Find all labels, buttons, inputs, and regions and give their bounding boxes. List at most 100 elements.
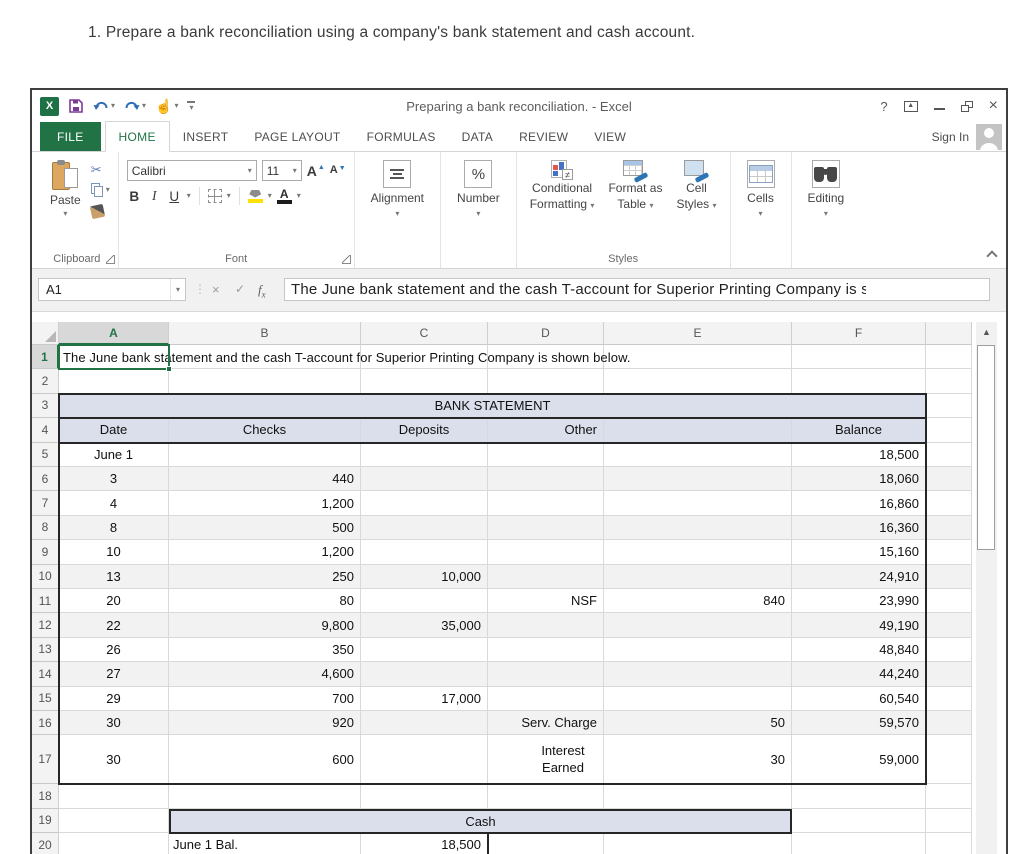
alignment-dropdown-icon[interactable]: ▾ xyxy=(395,210,399,218)
collapse-ribbon-icon[interactable] xyxy=(986,250,997,261)
cell-F15[interactable]: 60,540 xyxy=(792,687,926,711)
cell-C11[interactable] xyxy=(361,589,488,613)
column-header-B[interactable]: B xyxy=(169,322,361,345)
cash-title-cell[interactable]: Cash xyxy=(169,809,792,834)
cell-F14[interactable]: 44,240 xyxy=(792,662,926,686)
cell-B2[interactable] xyxy=(169,369,361,393)
cell-F11[interactable]: 23,990 xyxy=(792,589,926,613)
row-header-3[interactable]: 3 xyxy=(32,394,59,418)
tab-view[interactable]: VIEW xyxy=(581,122,639,151)
cell-A14[interactable]: 27 xyxy=(59,662,169,686)
cell-B11[interactable]: 80 xyxy=(169,589,361,613)
cell-D12[interactable] xyxy=(488,613,604,637)
cells-button[interactable]: Cells ▾ xyxy=(739,158,783,220)
cell-B8[interactable]: 500 xyxy=(169,516,361,540)
cell-C4[interactable]: Deposits xyxy=(361,418,488,442)
cell-F18[interactable] xyxy=(792,784,926,808)
fill-color-button[interactable] xyxy=(248,190,263,203)
cell-B13[interactable]: 350 xyxy=(169,638,361,662)
cell-E5[interactable] xyxy=(604,443,792,467)
tab-review[interactable]: REVIEW xyxy=(506,122,581,151)
row-header-7[interactable]: 7 xyxy=(32,491,59,515)
cell-E8[interactable] xyxy=(604,516,792,540)
cell-G17[interactable] xyxy=(926,735,972,784)
cell-B18[interactable] xyxy=(169,784,361,808)
underline-dropdown-icon[interactable]: ▾ xyxy=(187,192,191,200)
cell-G3[interactable] xyxy=(926,394,972,418)
cell-E2[interactable] xyxy=(604,369,792,393)
cell-F20[interactable] xyxy=(792,833,926,854)
cell-G13[interactable] xyxy=(926,638,972,662)
cell-D13[interactable] xyxy=(488,638,604,662)
cell-F5[interactable]: 18,500 xyxy=(792,443,926,467)
cell-E7[interactable] xyxy=(604,491,792,515)
cell-F19[interactable] xyxy=(792,809,926,833)
tab-page-layout[interactable]: PAGE LAYOUT xyxy=(241,122,353,151)
undo-button[interactable]: ▾ xyxy=(93,100,115,113)
confirm-entry-button[interactable]: ✓ xyxy=(235,282,245,296)
row-header-2[interactable]: 2 xyxy=(32,369,59,393)
cell-D5[interactable] xyxy=(488,443,604,467)
cell-D17[interactable]: Interest Earned xyxy=(488,735,604,784)
cell-E9[interactable] xyxy=(604,540,792,564)
cell-C16[interactable] xyxy=(361,711,488,735)
touch-dropdown-icon[interactable]: ▾ xyxy=(174,102,178,110)
redo-dropdown-icon[interactable]: ▾ xyxy=(142,102,146,110)
cell-A16[interactable]: 30 xyxy=(59,711,169,735)
cell-F12[interactable]: 49,190 xyxy=(792,613,926,637)
cell-B15[interactable]: 700 xyxy=(169,687,361,711)
cell-E15[interactable] xyxy=(604,687,792,711)
cell-A7[interactable]: 4 xyxy=(59,491,169,515)
row-header-16[interactable]: 16 xyxy=(32,711,59,735)
cell-E17[interactable]: 30 xyxy=(604,735,792,784)
row-header-5[interactable]: 5 xyxy=(32,443,59,467)
row-header-19[interactable]: 19 xyxy=(32,809,59,833)
editing-dropdown-icon[interactable]: ▾ xyxy=(824,210,828,218)
row-header-17[interactable]: 17 xyxy=(32,735,59,784)
cell-D10[interactable] xyxy=(488,565,604,589)
font-name-select[interactable]: Calibri▾ xyxy=(127,160,257,181)
conditional-formatting-button[interactable]: ≠ Conditional Formatting ▾ xyxy=(525,160,600,212)
copy-dropdown-icon[interactable]: ▾ xyxy=(106,186,110,194)
name-box-dropdown-icon[interactable]: ▾ xyxy=(170,279,185,300)
row-header-10[interactable]: 10 xyxy=(32,565,59,589)
cell-E4[interactable] xyxy=(604,418,792,442)
number-button[interactable]: % Number ▾ xyxy=(449,158,508,220)
cell-C17[interactable] xyxy=(361,735,488,784)
cell-E10[interactable] xyxy=(604,565,792,589)
cell-B20[interactable]: June 1 Bal. xyxy=(169,833,361,854)
column-header-E[interactable]: E xyxy=(604,322,792,345)
cell-B5[interactable] xyxy=(169,443,361,467)
row-header-12[interactable]: 12 xyxy=(32,613,59,637)
font-color-button[interactable]: A xyxy=(277,188,292,205)
cell-C18[interactable] xyxy=(361,784,488,808)
cell-C8[interactable] xyxy=(361,516,488,540)
font-size-select[interactable]: 11▾ xyxy=(262,160,302,181)
cut-button[interactable]: ✂ xyxy=(91,161,110,177)
format-painter-button[interactable] xyxy=(91,203,110,219)
user-avatar-icon[interactable] xyxy=(976,124,1002,150)
cell-D14[interactable] xyxy=(488,662,604,686)
cell-F16[interactable]: 59,570 xyxy=(792,711,926,735)
cell-A8[interactable]: 8 xyxy=(59,516,169,540)
cell-G11[interactable] xyxy=(926,589,972,613)
cell-A4[interactable]: Date xyxy=(59,418,169,442)
cell-F7[interactable]: 16,860 xyxy=(792,491,926,515)
italic-button[interactable]: I xyxy=(147,188,162,204)
cell-C12[interactable]: 35,000 xyxy=(361,613,488,637)
cell-B4[interactable]: Checks xyxy=(169,418,361,442)
cell-B6[interactable]: 440 xyxy=(169,467,361,491)
column-header-C[interactable]: C xyxy=(361,322,488,345)
cell-G9[interactable] xyxy=(926,540,972,564)
font-dialog-launcher-icon[interactable] xyxy=(342,255,351,264)
copy-button[interactable]: ▾ xyxy=(91,182,110,198)
formula-bar-input[interactable]: The June bank statement and the cash T-a… xyxy=(284,278,990,301)
cell-A9[interactable]: 10 xyxy=(59,540,169,564)
row-header-20[interactable]: 20 xyxy=(32,833,59,854)
column-header-D[interactable]: D xyxy=(488,322,604,345)
cell-A11[interactable]: 20 xyxy=(59,589,169,613)
cell-A10[interactable]: 13 xyxy=(59,565,169,589)
save-button[interactable] xyxy=(68,98,84,114)
tab-home[interactable]: HOME xyxy=(105,121,170,152)
cell-C2[interactable] xyxy=(361,369,488,393)
